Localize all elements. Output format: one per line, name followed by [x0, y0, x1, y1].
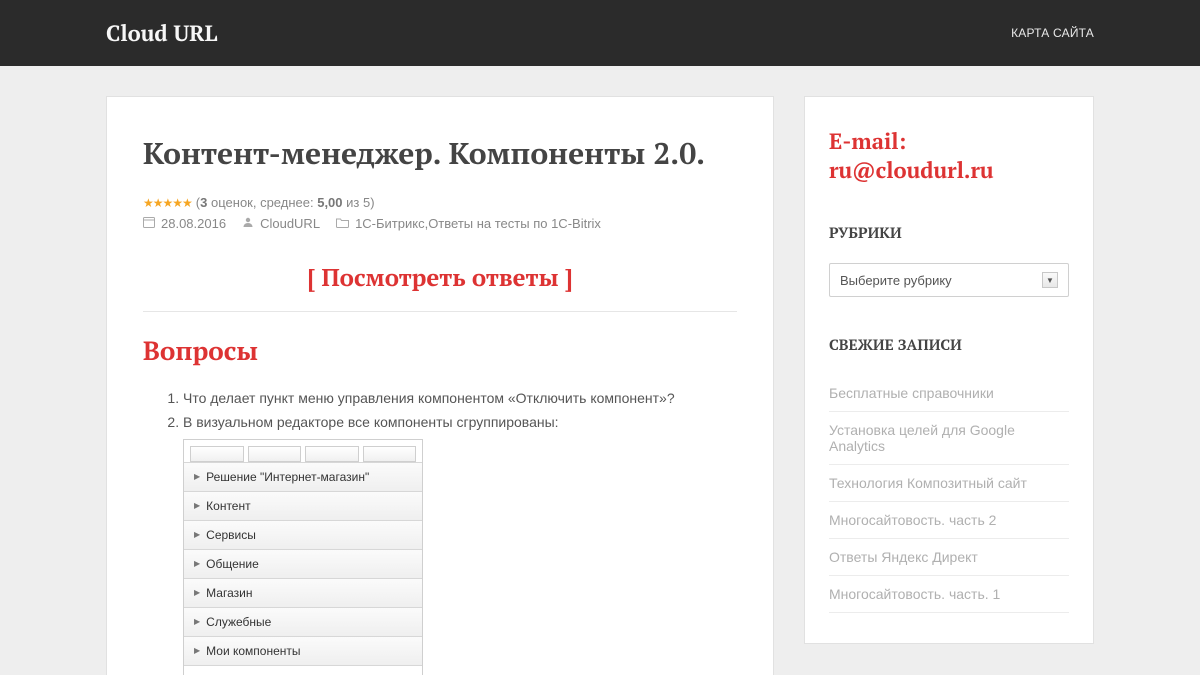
select-value: Выберите рубрику: [840, 273, 952, 288]
tree-item[interactable]: ▶Мои компоненты: [184, 636, 422, 665]
tree-item[interactable]: ▶Общение: [184, 549, 422, 578]
site-title[interactable]: Cloud URL: [106, 19, 217, 48]
recent-post-link[interactable]: Технология Композитный сайт: [829, 475, 1027, 491]
category-select[interactable]: Выберите рубрику ▼: [829, 263, 1069, 297]
tree-tab[interactable]: [190, 446, 244, 462]
chevron-down-icon: ▼: [1042, 272, 1058, 288]
recent-post-link[interactable]: Ответы Яндекс Директ: [829, 549, 978, 565]
star-icon: ★★★★★: [143, 196, 192, 210]
rating-text-after: из: [346, 195, 359, 210]
nav-sitemap[interactable]: КАРТА САЙТА: [1011, 26, 1094, 40]
tree-item[interactable]: ▶Сервисы: [184, 520, 422, 549]
chevron-right-icon: ▶: [194, 471, 200, 483]
chevron-right-icon: ▶: [194, 645, 200, 657]
tree-item[interactable]: ▶Контент: [184, 491, 422, 520]
tree-item[interactable]: ▶Магазин: [184, 578, 422, 607]
post-author[interactable]: CloudURL: [260, 216, 320, 231]
tree-item[interactable]: ▶Служебные: [184, 607, 422, 636]
question-item: Что делает пункт меню управления компоне…: [183, 388, 737, 409]
rating-count: 3: [200, 195, 207, 210]
chevron-right-icon: ▶: [194, 558, 200, 570]
calendar-icon: [143, 216, 155, 231]
post-categories[interactable]: 1С-Битрикс,Ответы на тесты по 1C-Bitrix: [355, 216, 601, 231]
component-tree: ▶Решение "Интернет-магазин" ▶Контент ▶Се…: [183, 439, 423, 675]
page-scroll[interactable]: Cloud URL КАРТА САЙТА Контент-менеджер. …: [0, 0, 1200, 675]
recent-post-link[interactable]: Многосайтовость. часть 2: [829, 512, 996, 528]
rating-avg: 5,00: [317, 195, 342, 210]
view-answers-link[interactable]: [ Посмотреть ответы ]: [307, 261, 573, 293]
meta-row: 28.08.2016 CloudURL 1С-Битрикс,Ответы на…: [143, 216, 737, 231]
tree-tab[interactable]: [305, 446, 359, 462]
rating-text-before: оценок, среднее:: [211, 195, 314, 210]
questions-heading: Вопросы: [143, 334, 737, 368]
recent-title: СВЕЖИЕ ЗАПИСИ: [829, 335, 1069, 355]
main-content: Контент-менеджер. Компоненты 2.0. ★★★★★ …: [106, 96, 774, 675]
tree-tab[interactable]: [248, 446, 302, 462]
rubriki-title: РУБРИКИ: [829, 223, 1069, 243]
user-icon: [242, 216, 254, 231]
rating-outof: 5: [363, 195, 370, 210]
recent-post-link[interactable]: Бесплатные справочники: [829, 385, 994, 401]
site-header: Cloud URL КАРТА САЙТА: [0, 0, 1200, 66]
recent-post-link[interactable]: Многосайтовость. часть. 1: [829, 586, 1000, 602]
tree-item[interactable]: ▶Решение "Интернет-магазин": [184, 462, 422, 491]
questions-list: Что делает пункт меню управления компоне…: [143, 388, 737, 675]
email-heading[interactable]: E-mail: ru@cloudurl.ru: [829, 127, 1069, 185]
tree-tab[interactable]: [363, 446, 417, 462]
sidebar: E-mail: ru@cloudurl.ru РУБРИКИ Выберите …: [804, 96, 1094, 644]
folder-icon: [336, 216, 349, 231]
article-title: Контент-менеджер. Компоненты 2.0.: [143, 133, 737, 173]
chevron-right-icon: ▶: [194, 500, 200, 512]
recent-posts-list: Бесплатные справочники Установка целей д…: [829, 375, 1069, 613]
separator: [143, 311, 737, 312]
recent-post-link[interactable]: Установка целей для Google Analytics: [829, 422, 1015, 454]
rating-row: ★★★★★ (3 оценок, среднее: 5,00 из 5): [143, 195, 737, 210]
chevron-right-icon: ▶: [194, 587, 200, 599]
question-item: В визуальном редакторе все компоненты сг…: [183, 412, 737, 675]
chevron-right-icon: ▶: [194, 529, 200, 541]
chevron-right-icon: ▶: [194, 616, 200, 628]
post-date: 28.08.2016: [161, 216, 226, 231]
